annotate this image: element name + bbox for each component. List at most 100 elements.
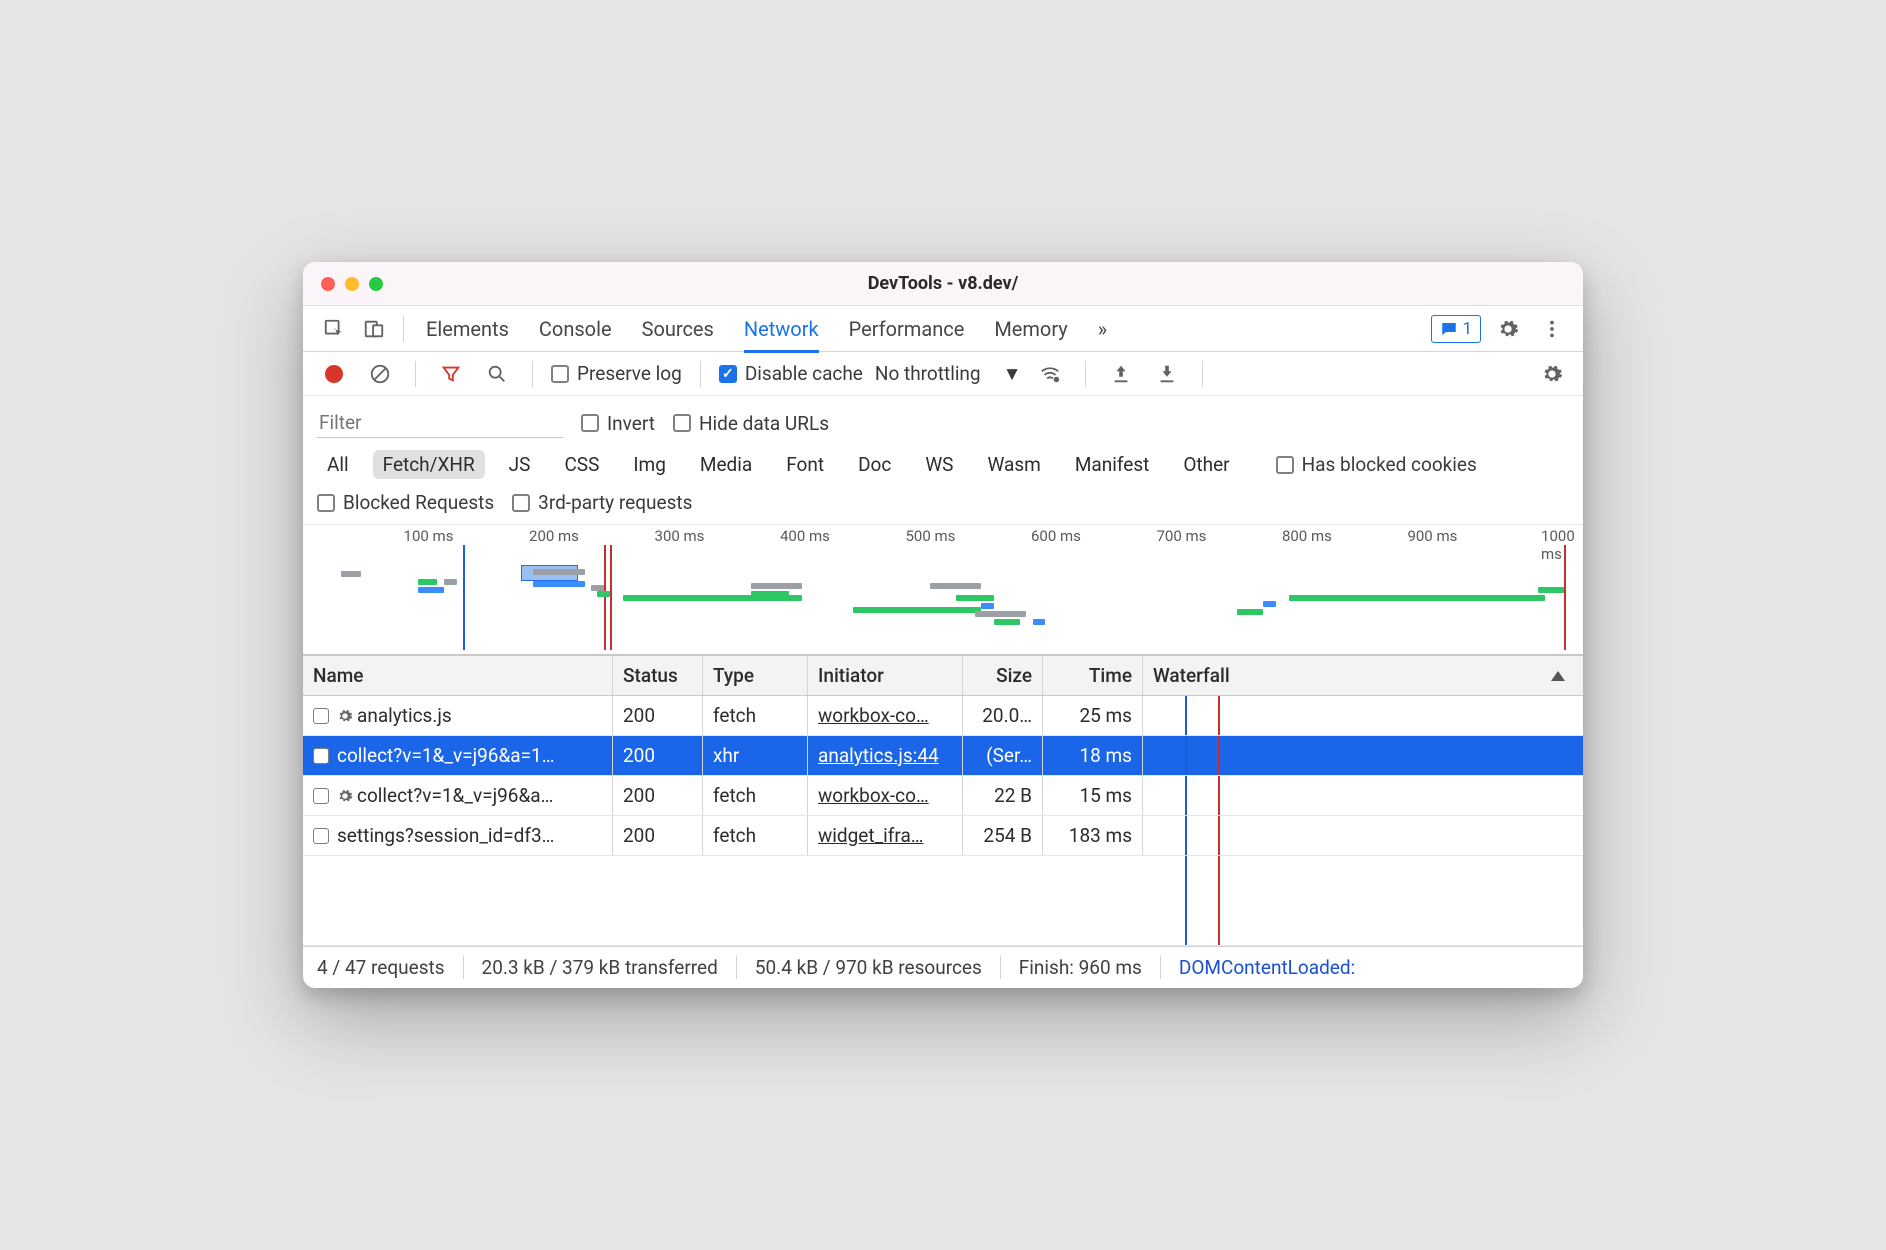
blocked-requests-checkbox[interactable]: Blocked Requests: [317, 491, 494, 514]
request-waterfall: [1143, 696, 1583, 735]
disable-cache-checkbox[interactable]: Disable cache: [719, 362, 863, 385]
overview-tick: 600 ms: [1031, 527, 1081, 545]
more-tabs-button[interactable]: »: [1098, 306, 1107, 352]
request-initiator[interactable]: workbox-co…: [818, 784, 929, 807]
hide-data-urls-checkbox[interactable]: Hide data URLs: [673, 412, 829, 435]
col-initiator[interactable]: Initiator: [808, 656, 963, 695]
col-time[interactable]: Time: [1043, 656, 1143, 695]
table-row[interactable]: settings?session_id=df3…200fetchwidget_i…: [303, 816, 1583, 856]
filter-type-img[interactable]: Img: [623, 450, 676, 479]
request-name: settings?session_id=df3…: [337, 824, 554, 847]
col-name[interactable]: Name: [303, 656, 613, 695]
import-har-icon[interactable]: [1104, 357, 1138, 391]
col-type[interactable]: Type: [703, 656, 808, 695]
network-toolbar: Preserve log Disable cache No throttling…: [303, 352, 1583, 396]
export-har-icon[interactable]: [1150, 357, 1184, 391]
fullscreen-window-button[interactable]: [369, 277, 383, 291]
request-initiator[interactable]: widget_ifra…: [818, 824, 923, 847]
request-waterfall: [1143, 776, 1583, 815]
checkbox-icon: [1276, 456, 1294, 474]
row-checkbox[interactable]: [313, 828, 329, 844]
separator: [1202, 361, 1203, 387]
filter-type-media[interactable]: Media: [690, 450, 762, 479]
settings-icon[interactable]: [1491, 312, 1525, 346]
overview-tick: 700 ms: [1156, 527, 1206, 545]
request-time: 183 ms: [1043, 816, 1143, 855]
separator: [415, 361, 416, 387]
inspect-element-icon[interactable]: [317, 312, 351, 346]
filter-icon[interactable]: [434, 357, 468, 391]
filter-input[interactable]: [317, 408, 563, 438]
tab-sources[interactable]: Sources: [642, 306, 714, 352]
third-party-checkbox[interactable]: 3rd-party requests: [512, 491, 692, 514]
has-blocked-cookies-checkbox[interactable]: Has blocked cookies: [1276, 453, 1477, 476]
col-waterfall[interactable]: Waterfall: [1143, 656, 1583, 695]
filter-section: Invert Hide data URLs All Fetch/XHR JS CSS I…: [303, 396, 1583, 525]
request-time: 15 ms: [1043, 776, 1143, 815]
filter-type-fetch-xhr[interactable]: Fetch/XHR: [373, 450, 485, 479]
overview-tick: 800 ms: [1282, 527, 1332, 545]
filter-type-ws[interactable]: WS: [915, 450, 963, 479]
close-window-button[interactable]: [321, 277, 335, 291]
network-conditions-icon[interactable]: [1033, 357, 1067, 391]
status-bar: 4 / 47 requests 20.3 kB / 379 kB transfe…: [303, 946, 1583, 988]
panel-tabs: Elements Console Sources Network Performance…: [426, 306, 1068, 352]
preserve-log-label: Preserve log: [577, 362, 682, 385]
filter-type-css[interactable]: CSS: [554, 450, 609, 479]
tab-network[interactable]: Network: [744, 306, 819, 352]
request-waterfall: [1143, 736, 1583, 775]
search-icon[interactable]: [480, 357, 514, 391]
status-resources: 50.4 kB / 970 kB resources: [737, 956, 1001, 979]
request-status: 200: [613, 776, 703, 815]
filter-type-doc[interactable]: Doc: [848, 450, 901, 479]
tab-memory[interactable]: Memory: [994, 306, 1067, 352]
row-checkbox[interactable]: [313, 708, 329, 724]
preserve-log-checkbox[interactable]: Preserve log: [551, 362, 682, 385]
row-checkbox[interactable]: [313, 748, 329, 764]
overview-tick: 500 ms: [905, 527, 955, 545]
row-checkbox[interactable]: [313, 788, 329, 804]
tab-elements[interactable]: Elements: [426, 306, 509, 352]
status-domcontentloaded: DOMContentLoaded:: [1161, 956, 1373, 979]
table-row[interactable]: analytics.js200fetchworkbox-co…20.0…25 m…: [303, 696, 1583, 736]
minimize-window-button[interactable]: [345, 277, 359, 291]
timing-overview[interactable]: 100 ms200 ms300 ms400 ms500 ms600 ms700 …: [303, 525, 1583, 655]
overview-tick: 900 ms: [1407, 527, 1457, 545]
tab-performance[interactable]: Performance: [849, 306, 965, 352]
col-size[interactable]: Size: [963, 656, 1043, 695]
panel-tabs-row: Elements Console Sources Network Performance…: [303, 306, 1583, 352]
clear-button[interactable]: [363, 357, 397, 391]
tabs-right-cluster: 1: [1431, 312, 1569, 346]
checkbox-icon: [581, 414, 599, 432]
overview-tick: 300 ms: [655, 527, 705, 545]
issues-chip[interactable]: 1: [1431, 315, 1481, 343]
sort-asc-icon: [1551, 671, 1565, 681]
filter-type-font[interactable]: Font: [776, 450, 834, 479]
table-row[interactable]: collect?v=1&_v=j96&a=1…200xhranalytics.j…: [303, 736, 1583, 776]
filter-type-wasm[interactable]: Wasm: [977, 450, 1050, 479]
request-name: collect?v=1&_v=j96&a…: [357, 784, 553, 807]
filter-type-js[interactable]: JS: [499, 450, 541, 479]
filter-type-all[interactable]: All: [317, 450, 359, 479]
device-toolbar-icon[interactable]: [357, 312, 391, 346]
table-header-row: Name Status Type Initiator Size Time Wat…: [303, 655, 1583, 696]
kebab-menu-icon[interactable]: [1535, 312, 1569, 346]
request-status: 200: [613, 816, 703, 855]
record-button[interactable]: [317, 357, 351, 391]
filter-type-manifest[interactable]: Manifest: [1065, 450, 1160, 479]
network-settings-icon[interactable]: [1535, 357, 1569, 391]
throttling-select[interactable]: No throttling ▼: [875, 362, 1022, 386]
window-controls: [321, 277, 383, 291]
request-time: 25 ms: [1043, 696, 1143, 735]
request-type: fetch: [703, 776, 808, 815]
gear-icon: [337, 708, 353, 724]
request-initiator[interactable]: workbox-co…: [818, 704, 929, 727]
table-row[interactable]: collect?v=1&_v=j96&a… 200fetch workbox-co……: [303, 776, 1583, 816]
col-status[interactable]: Status: [613, 656, 703, 695]
invert-checkbox[interactable]: Invert: [581, 412, 655, 435]
filter-type-other[interactable]: Other: [1173, 450, 1239, 479]
tab-console[interactable]: Console: [539, 306, 612, 352]
checkbox-icon: [317, 494, 335, 512]
request-initiator[interactable]: analytics.js:44: [818, 744, 939, 767]
throttling-value: No throttling: [875, 362, 981, 385]
